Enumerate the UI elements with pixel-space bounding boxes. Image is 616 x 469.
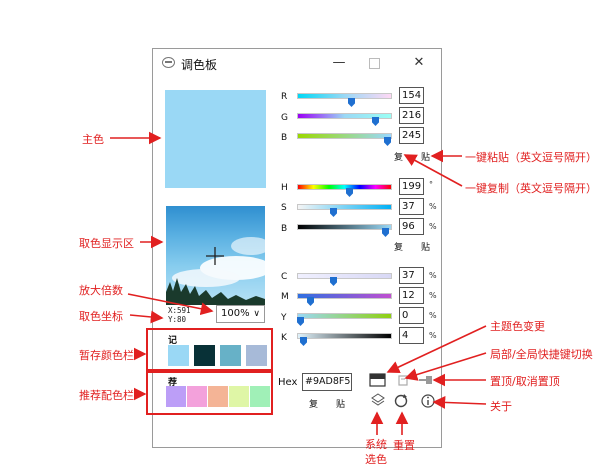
annotation-copy-all: 一键复制（英文逗号隔开） bbox=[465, 182, 597, 195]
annotation-paste-all: 一键粘贴（英文逗号隔开） bbox=[465, 151, 597, 164]
annotation-reset: 重置 bbox=[393, 439, 415, 452]
annotation-picker-area: 取色显示区 bbox=[79, 237, 134, 250]
annotation-recommended-bar: 推荐配色栏 bbox=[79, 389, 134, 402]
annotation-stored-bar: 暂存颜色栏 bbox=[79, 349, 134, 362]
annotation-main-color: 主色 bbox=[82, 133, 104, 146]
annotation-about: 关于 bbox=[490, 400, 512, 413]
annotation-zoom-factor: 放大倍数 bbox=[79, 284, 123, 297]
annotation-picker-coord: 取色坐标 bbox=[79, 310, 123, 323]
annotation-system-color: 系统 选色 bbox=[365, 438, 387, 466]
annotation-hotkey-toggle: 局部/全局快捷键切换 bbox=[490, 348, 593, 361]
annotation-pin-toggle: 置顶/取消置顶 bbox=[490, 375, 560, 388]
annotation-theme-change: 主题色变更 bbox=[490, 320, 545, 333]
